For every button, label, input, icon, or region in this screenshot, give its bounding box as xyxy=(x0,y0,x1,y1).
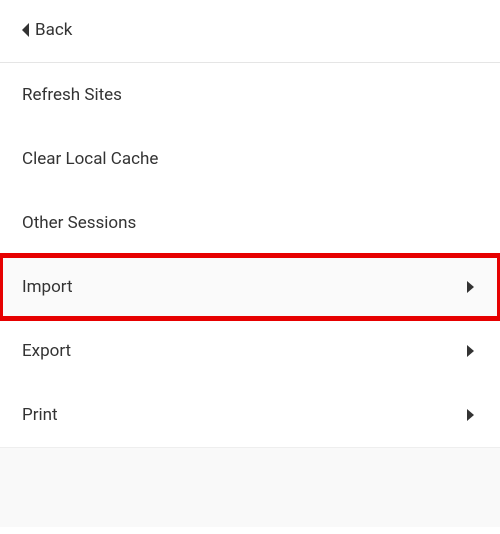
chevron-right-icon xyxy=(467,281,474,293)
menu-item-label: Refresh Sites xyxy=(22,85,122,105)
menu-item-print[interactable]: Print xyxy=(0,383,500,447)
menu-item-other-sessions[interactable]: Other Sessions xyxy=(0,191,500,255)
back-button[interactable]: Back xyxy=(0,0,500,63)
menu-item-clear-local-cache[interactable]: Clear Local Cache xyxy=(0,127,500,191)
menu-item-label: Print xyxy=(22,405,58,425)
menu-item-label: Export xyxy=(22,341,71,361)
chevron-right-icon xyxy=(467,409,474,421)
menu-list: Refresh Sites Clear Local Cache Other Se… xyxy=(0,63,500,447)
back-arrow-icon xyxy=(22,23,29,37)
back-label: Back xyxy=(35,20,72,40)
chevron-right-icon xyxy=(467,345,474,357)
menu-item-export[interactable]: Export xyxy=(0,319,500,383)
menu-item-import[interactable]: Import xyxy=(0,255,500,319)
menu-item-refresh-sites[interactable]: Refresh Sites xyxy=(0,63,500,127)
menu-item-label: Clear Local Cache xyxy=(22,149,158,169)
menu-item-label: Import xyxy=(22,277,73,297)
footer-space xyxy=(0,447,500,527)
menu-item-label: Other Sessions xyxy=(22,213,136,233)
